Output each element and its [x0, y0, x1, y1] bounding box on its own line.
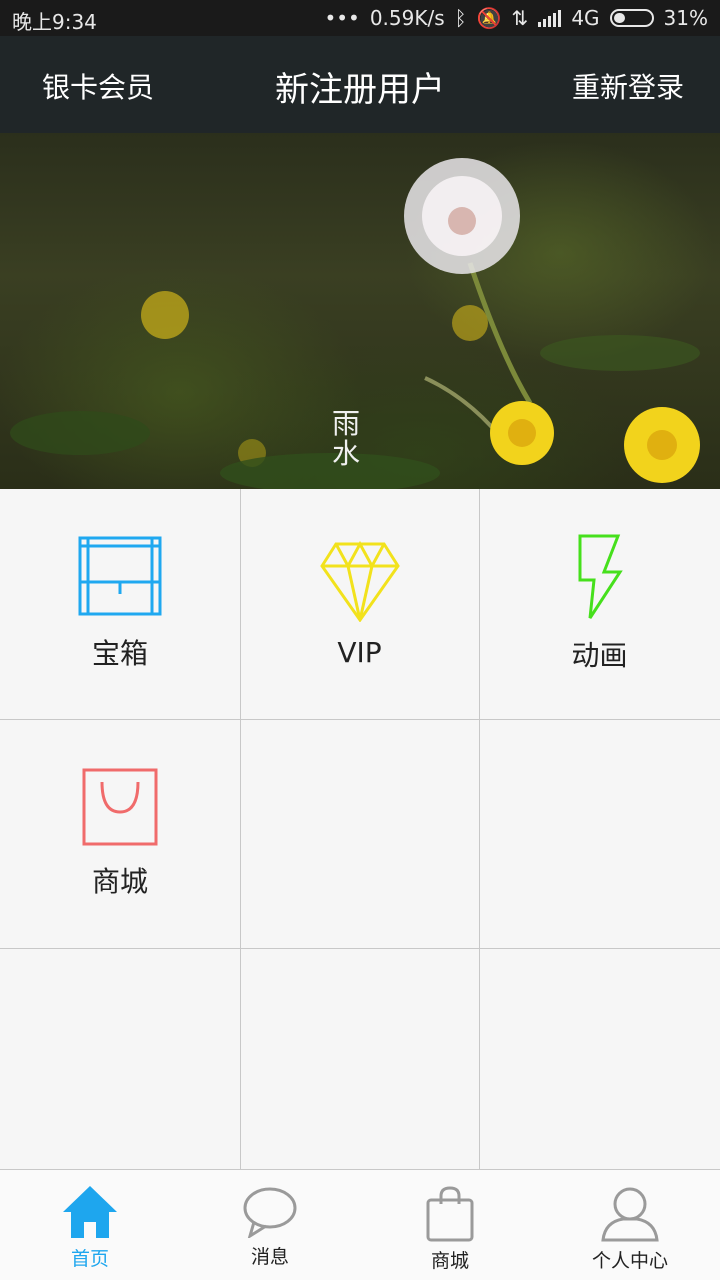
- more-dots-icon: •••: [324, 6, 360, 30]
- status-indicators: ••• 0.59K/s ᛒ 🔕 ⇅ 4G 31%: [324, 6, 708, 30]
- app-header: 银卡会员 新注册用户 重新登录: [0, 36, 720, 133]
- tab-shop[interactable]: 商城: [360, 1170, 540, 1280]
- status-bar: 晚上9:34 ••• 0.59K/s ᛒ 🔕 ⇅ 4G 31%: [0, 0, 720, 36]
- network-type: 4G: [571, 6, 600, 30]
- lightning-icon: [578, 534, 623, 619]
- tab-label: 个人中心: [591, 1250, 668, 1272]
- tab-home[interactable]: 首页: [0, 1170, 180, 1280]
- tab-label: 消息: [250, 1246, 289, 1268]
- grid-item-animation[interactable]: 动画: [479, 489, 720, 719]
- chat-bubble-icon: [243, 1187, 297, 1238]
- grid-item-shop[interactable]: 商城: [0, 719, 240, 948]
- grid-item-treasure[interactable]: 宝箱: [0, 489, 240, 719]
- grid-item-label: 商城: [91, 864, 148, 898]
- grid-item-label: VIP: [337, 635, 382, 669]
- data-arrows-icon: ⇅: [511, 6, 529, 30]
- member-level-button[interactable]: 银卡会员: [42, 66, 154, 106]
- grid-item-vip[interactable]: VIP: [240, 489, 479, 719]
- banner-caption: 雨 水: [332, 409, 360, 469]
- battery-percent: 31%: [663, 6, 708, 30]
- grid-item-label: 动画: [571, 639, 628, 672]
- mute-icon: 🔕: [476, 6, 502, 30]
- tab-profile[interactable]: 个人中心: [540, 1170, 720, 1280]
- battery-icon: [609, 9, 654, 27]
- status-time: 晚上9:34: [12, 10, 97, 34]
- shopping-bag-icon: [426, 1186, 474, 1242]
- tab-messages[interactable]: 消息: [180, 1170, 360, 1280]
- banner-image[interactable]: 雨 水: [0, 133, 720, 489]
- relogin-button[interactable]: 重新登录: [572, 66, 684, 106]
- tab-label: 首页: [70, 1248, 109, 1270]
- grid-divider: [0, 948, 720, 949]
- tab-label: 商城: [430, 1250, 469, 1272]
- bottom-tab-bar: 首页 消息 商城 个人中心: [0, 1169, 720, 1280]
- signal-icon: [538, 9, 562, 27]
- treasure-chest-icon: [78, 536, 162, 616]
- diamond-icon: [319, 540, 400, 622]
- home-icon: [63, 1186, 117, 1238]
- feature-grid: 宝箱 VIP 动画 商城: [0, 489, 720, 1169]
- banner-caption-text: 雨 水: [332, 407, 361, 470]
- network-speed: 0.59K/s: [369, 6, 445, 30]
- shopping-bag-icon: [82, 768, 158, 845]
- bluetooth-icon: ᛒ: [454, 6, 467, 30]
- grid-item-label: 宝箱: [91, 637, 148, 670]
- user-icon: [601, 1187, 659, 1242]
